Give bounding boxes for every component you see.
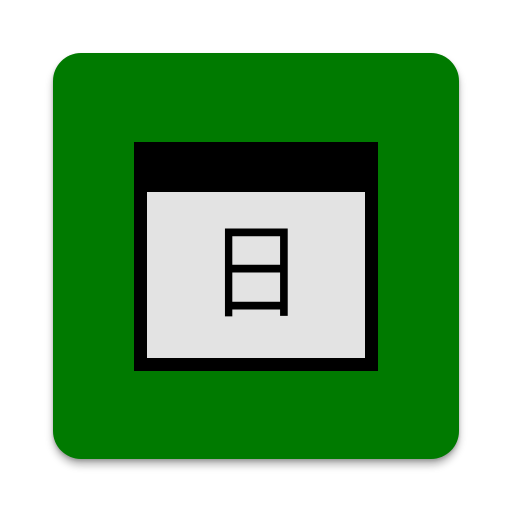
window-titlebar xyxy=(134,142,378,192)
canvas: 日 xyxy=(0,0,512,512)
window-body: 日 xyxy=(147,192,365,358)
day-glyph: 日 xyxy=(208,212,304,334)
calendar-window-icon: 日 xyxy=(134,142,378,371)
